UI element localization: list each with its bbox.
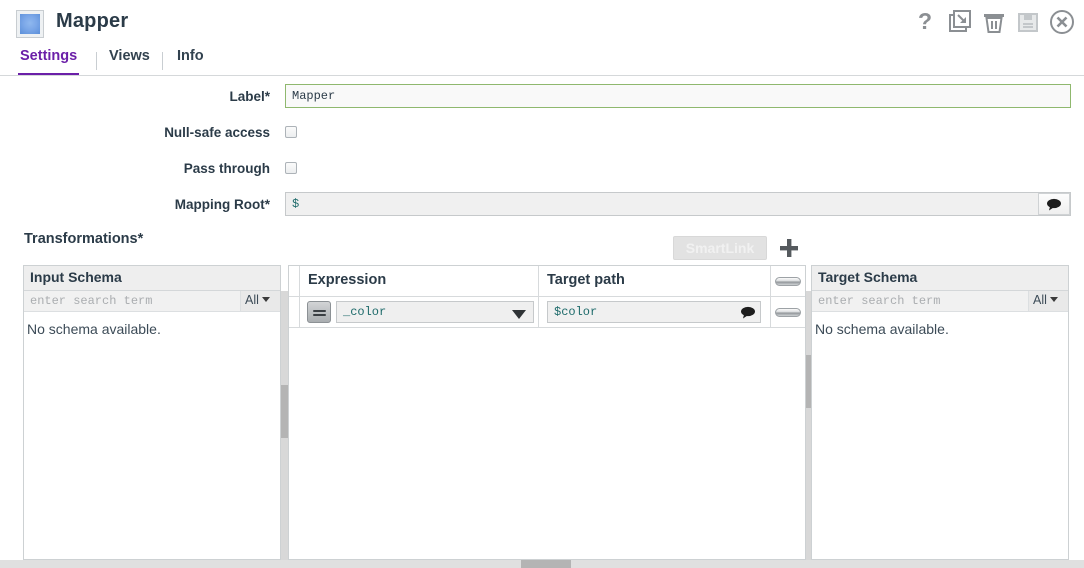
pass-through-checkbox[interactable] [285,162,297,174]
tab-divider-2 [162,52,163,70]
tab-views[interactable]: Views [107,48,152,75]
target-schema-empty-text: No schema available. [815,321,949,337]
close-icon[interactable] [1047,7,1077,37]
remove-row-button[interactable] [775,308,801,317]
null-safe-access-checkbox[interactable] [285,126,297,138]
transformations-title: Transformations* [24,231,144,247]
save-icon [1013,7,1043,37]
remove-row-cell [771,297,805,328]
expression-select[interactable]: _color [336,301,534,323]
input-schema-panel: Input Schema All No schema available. [23,265,281,560]
tab-divider-1 [96,52,97,70]
help-icon[interactable]: ? [910,7,940,37]
input-schema-search-row: All [24,291,280,312]
page-title: Mapper [56,10,129,32]
target-schema-filter-label: All [1033,293,1047,307]
target-path-field [547,301,761,323]
column-header-remove [771,266,805,297]
target-schema-panel: Target Schema All No schema available. [811,265,1069,560]
tabbar: Settings Views Info [0,48,1084,76]
column-header-expression: Expression [300,266,539,297]
smartlink-button[interactable]: SmartLink [673,236,767,260]
equals-icon-bar-top [313,310,326,312]
tab-info[interactable]: Info [175,48,206,75]
input-schema-empty-text: No schema available. [27,321,161,337]
target-schema-filter-select[interactable]: All [1028,291,1068,311]
window-titlebar: Mapper ? [0,0,1084,48]
chevron-down-icon [1049,297,1058,302]
expression-cell: _color [300,297,539,328]
mapper-app-icon [17,11,43,37]
mapping-root-input[interactable] [286,193,1038,215]
label-input[interactable] [285,84,1071,108]
target-schema-search-input[interactable] [812,291,1028,311]
input-schema-search-input[interactable] [24,291,240,311]
input-schema-filter-select[interactable]: All [240,291,280,311]
mapping-root-field [285,192,1071,216]
chevron-down-icon [512,310,526,319]
horizontal-scrollbar[interactable] [0,560,1084,568]
input-schema-filter-label: All [245,293,259,307]
column-header-target-path: Target path [539,266,771,297]
pass-through-label: Pass through [183,161,270,176]
expression-mode-button[interactable] [307,301,331,323]
target-path-input[interactable] [548,302,736,322]
input-schema-title: Input Schema [24,266,280,291]
target-path-cell [539,297,771,328]
add-transformation-button[interactable] [777,236,801,260]
grid-gutter-header [289,266,300,297]
target-schema-title: Target Schema [812,266,1068,291]
minimize-icon[interactable] [945,7,975,37]
grid-row-gutter [289,297,300,328]
transformations-panel: Expression Target path _color [288,265,806,560]
horizontal-scrollbar-thumb[interactable] [521,560,571,568]
expression-value: _color [343,305,387,319]
equals-icon-bar-bottom [313,314,326,316]
target-schema-search-row: All [812,291,1068,312]
delete-icon[interactable] [979,7,1009,37]
svg-text:?: ? [918,8,932,34]
null-safe-access-label: Null-safe access [164,125,270,140]
tab-settings[interactable]: Settings [18,48,80,75]
label-field-label: Label* [229,89,270,104]
chevron-down-icon [261,297,270,302]
mapping-root-label: Mapping Root* [174,197,270,212]
remove-all-button[interactable] [775,277,801,286]
comment-bubble-icon[interactable] [736,302,760,322]
comment-bubble-icon[interactable] [1038,193,1070,215]
